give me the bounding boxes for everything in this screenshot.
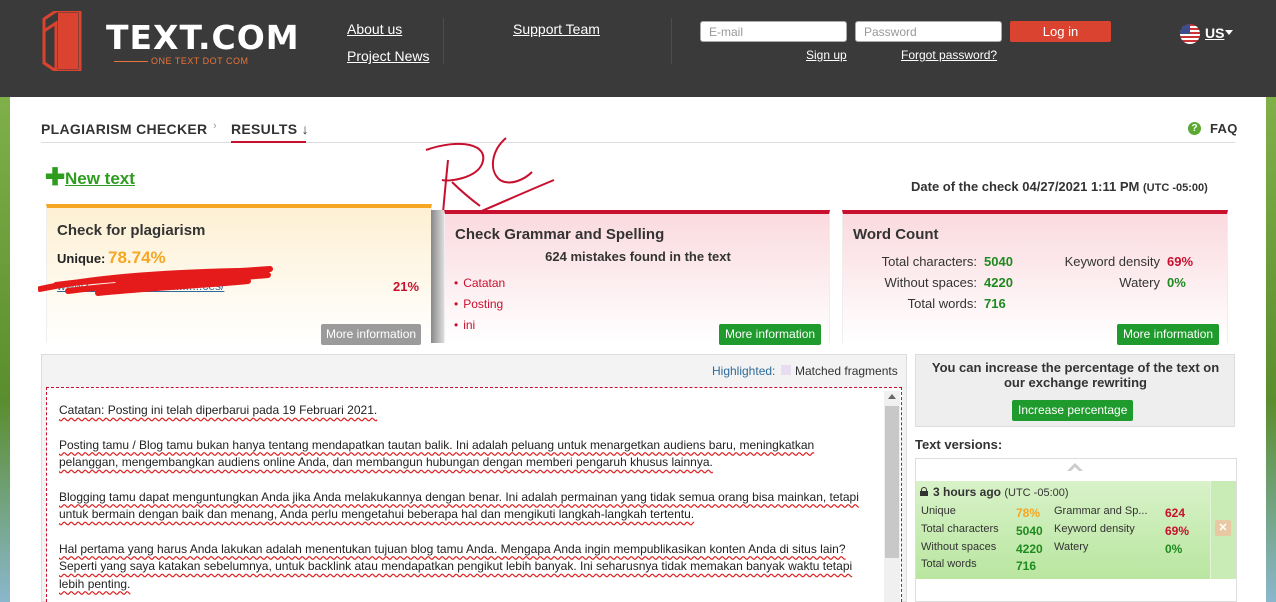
mistake-item[interactable]: ini	[454, 318, 475, 332]
version-keyword-label: Keyword density	[1054, 523, 1135, 535]
chevron-inner	[1069, 467, 1081, 473]
without-spaces-label: Without spaces:	[884, 275, 978, 290]
nav-divider	[443, 18, 444, 64]
nav-support-link[interactable]: Support Team	[513, 21, 600, 37]
unique-label: Unique:	[57, 251, 106, 266]
text-paragraph: Blogging tamu dapat menguntungkan Anda j…	[59, 489, 859, 522]
login-button[interactable]: Log in	[1010, 21, 1111, 42]
check-date-value: 04/27/2021 1:11 PM	[1022, 179, 1140, 194]
version-time: 3 hours ago (UTC -05:00)	[933, 485, 1069, 499]
background-scenery-right	[1266, 97, 1276, 602]
check-date-tz: (UTC -05:00)	[1143, 182, 1208, 194]
email-field[interactable]	[700, 21, 847, 42]
language-selector[interactable]: US	[1205, 25, 1224, 41]
version-grammar-label: Grammar and Sp...	[1054, 505, 1148, 517]
promo-text: You can increase the percentage of the t…	[931, 360, 1220, 390]
matched-fragments-legend: Matched fragments	[795, 364, 898, 378]
close-icon[interactable]: ✕	[1215, 520, 1231, 536]
scrollbar-thumb[interactable]	[885, 406, 899, 558]
version-no-spaces-value: 4220	[1016, 542, 1043, 556]
version-total-chars-value: 5040	[1016, 524, 1043, 538]
tagline-rule	[114, 61, 148, 62]
checked-text-area[interactable]: Catatan: Posting ini telah diperbarui pa…	[46, 387, 902, 602]
word-count-card-title: Word Count	[853, 226, 939, 243]
version-words-value: 716	[1016, 559, 1037, 573]
keyword-density-label: Keyword density	[1064, 254, 1160, 269]
background-scenery-left	[0, 97, 10, 602]
nav-about-link[interactable]: About us	[347, 21, 402, 37]
checked-text-content: Catatan: Posting ini telah diperbarui pa…	[59, 402, 875, 602]
watery-label: Watery	[1119, 275, 1160, 290]
version-tz: (UTC -05:00)	[1004, 487, 1069, 499]
plagiarism-card-title: Check for plagiarism	[57, 222, 206, 239]
keyword-density-value: 69%	[1167, 254, 1194, 269]
logo-icon[interactable]	[40, 11, 84, 71]
matched-fragment-swatch	[781, 365, 791, 375]
new-text-button[interactable]: ✚New text	[45, 164, 135, 191]
new-text-label: New text	[65, 169, 135, 188]
plus-icon: ✚	[45, 164, 66, 191]
redaction-scribble	[38, 266, 273, 296]
watery-value: 0%	[1167, 275, 1186, 290]
mistake-item[interactable]: Catatan	[454, 276, 505, 290]
total-characters-value: 5040	[984, 254, 1013, 269]
chevron-down-icon[interactable]	[1225, 30, 1233, 35]
help-icon[interactable]: ?	[1188, 122, 1201, 135]
card-shadow	[431, 210, 444, 343]
source-percent: 21%	[393, 279, 420, 294]
forgot-password-link[interactable]: Forgot password?	[901, 48, 997, 62]
version-words-label: Total words	[921, 558, 977, 570]
nav-news-link[interactable]: Project News	[347, 48, 429, 64]
without-spaces-value: 4220	[984, 275, 1013, 290]
word-count-more-button[interactable]: More information	[1117, 324, 1220, 345]
active-tab-indicator	[231, 141, 306, 143]
breadcrumb-divider	[41, 142, 1235, 143]
scroll-up-arrow-icon[interactable]	[888, 394, 896, 399]
version-watery-value: 0%	[1165, 542, 1183, 556]
faq-link[interactable]: FAQ	[1210, 121, 1238, 136]
version-total-chars-label: Total characters	[921, 523, 999, 535]
signup-link[interactable]: Sign up	[806, 48, 847, 62]
plagiarism-more-button[interactable]: More information	[321, 324, 422, 345]
grammar-more-button[interactable]: More information	[719, 324, 822, 345]
lock-icon	[920, 487, 928, 496]
site-header: TEXT.COM ONE TEXT DOT COM About us Proje…	[0, 0, 1276, 97]
version-keyword-value: 69%	[1165, 524, 1190, 538]
highlighted-label: Highlighted:	[712, 364, 776, 378]
version-no-spaces-label: Without spaces	[921, 541, 997, 553]
text-paragraph: Hal pertama yang harus Anda lakukan adal…	[59, 541, 853, 591]
mistake-item[interactable]: Posting	[454, 297, 503, 311]
breadcrumb-chevron-icon: ›	[213, 120, 217, 132]
version-unique-label: Unique	[921, 505, 956, 517]
version-unique-value: 78%	[1016, 506, 1041, 520]
total-characters-label: Total characters:	[881, 254, 977, 269]
text-versions-title: Text versions:	[915, 437, 1003, 452]
increase-percentage-button[interactable]: Increase percentage	[1012, 400, 1134, 421]
version-watery-label: Watery	[1054, 541, 1089, 553]
breadcrumb-plagiarism-checker[interactable]: PLAGIARISM CHECKER	[41, 121, 207, 137]
text-paragraph: Catatan: Posting ini telah diperbarui pa…	[59, 403, 378, 417]
us-flag-icon[interactable]	[1180, 24, 1200, 44]
check-date: Date of the check 04/27/2021 1:11 PM (UT…	[911, 179, 1208, 194]
brand-tagline: ONE TEXT DOT COM	[151, 56, 249, 66]
breadcrumb-results[interactable]: RESULTS ↓	[231, 121, 309, 137]
brand-name[interactable]: TEXT.COM	[106, 18, 300, 57]
text-paragraph: Posting tamu / Blog tamu bukan hanya ten…	[59, 437, 815, 470]
total-words-label: Total words:	[907, 296, 977, 311]
total-words-value: 716	[984, 296, 1006, 311]
version-time-ago: 3 hours ago	[933, 485, 1002, 499]
nav-divider	[671, 18, 672, 64]
grammar-card-title: Check Grammar and Spelling	[455, 226, 665, 243]
version-grammar-value: 624	[1165, 506, 1186, 520]
grammar-summary: 624 mistakes found in the text	[545, 249, 731, 264]
password-field[interactable]	[855, 21, 1002, 42]
check-date-label: Date of the check	[911, 179, 1019, 194]
